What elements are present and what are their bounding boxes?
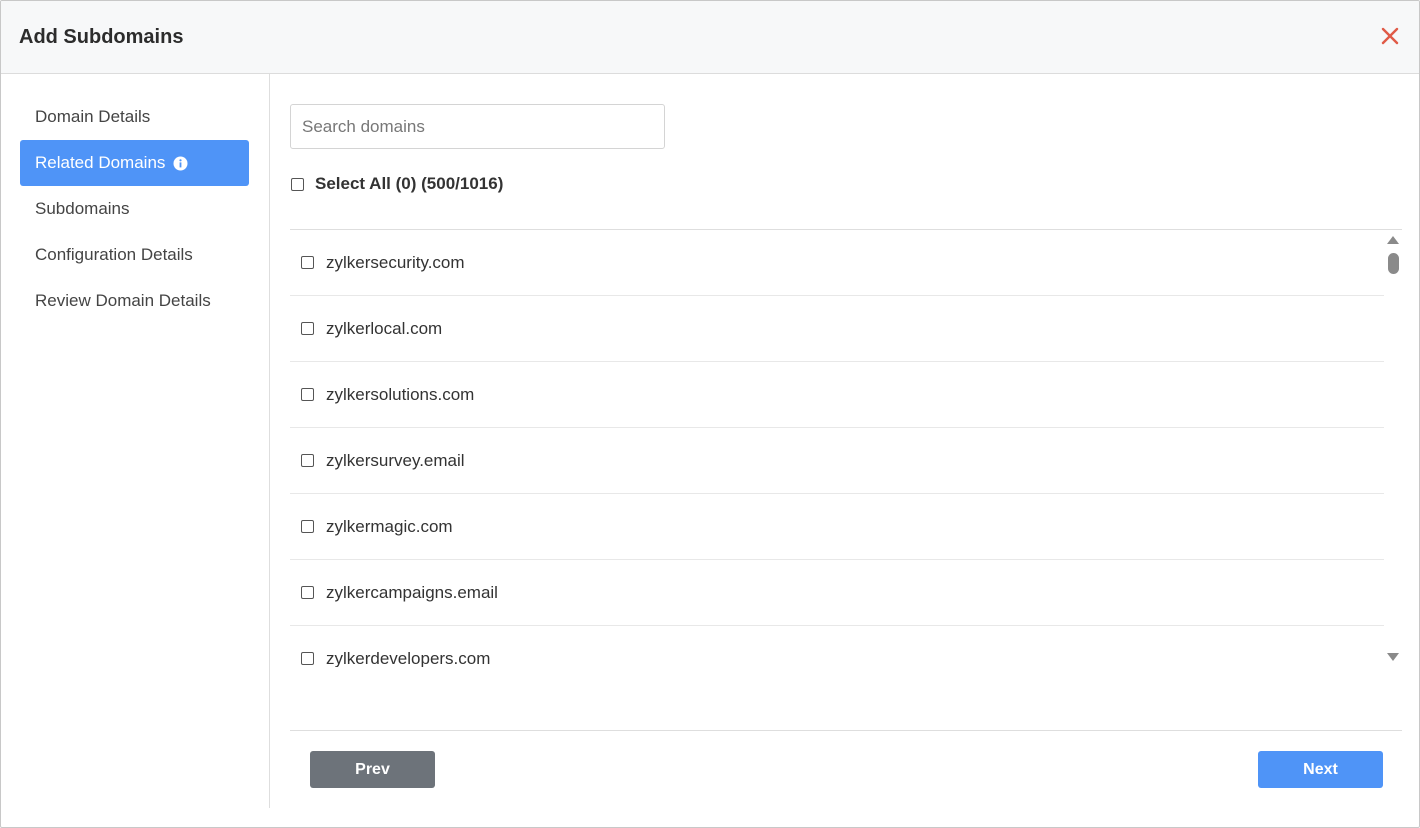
info-icon[interactable]: [173, 156, 188, 171]
step-related-domains[interactable]: Related Domains: [20, 140, 249, 186]
scroll-down-arrow-icon[interactable]: [1387, 653, 1399, 661]
close-button[interactable]: [1379, 25, 1401, 47]
dialog-header: Add Subdomains: [1, 1, 1419, 74]
domain-name: zylkercampaigns.email: [326, 582, 498, 602]
scroll-up-arrow-icon[interactable]: [1387, 236, 1399, 244]
step-label: Related Domains: [35, 153, 166, 172]
step-subdomains[interactable]: Subdomains: [20, 186, 249, 232]
select-all-checkbox[interactable]: [291, 177, 304, 191]
domain-list-item[interactable]: zylkerdevelopers.com: [290, 626, 1384, 667]
domain-checkbox[interactable]: [301, 388, 314, 401]
step-label: Configuration Details: [35, 245, 193, 264]
scroll-thumb[interactable]: [1388, 253, 1399, 274]
domain-checkbox[interactable]: [301, 256, 314, 269]
select-all-label: Select All (0) (500/1016): [315, 174, 504, 193]
wizard-steps-sidebar: Domain Details Related Domains Subdomain…: [1, 74, 270, 808]
step-label: Subdomains: [35, 199, 130, 218]
domain-checkbox[interactable]: [301, 454, 314, 467]
step-domain-details[interactable]: Domain Details: [20, 94, 249, 140]
step-review-domain-details[interactable]: Review Domain Details: [20, 278, 249, 324]
domain-name: zylkerlocal.com: [326, 318, 443, 338]
domain-checkbox[interactable]: [301, 520, 314, 533]
domain-name: zylkersolutions.com: [326, 384, 475, 404]
select-all-row: Select All (0) (500/1016): [291, 173, 503, 195]
close-icon: [1381, 27, 1399, 45]
list-scrollbar[interactable]: [1384, 230, 1402, 667]
prev-button[interactable]: Prev: [310, 751, 435, 788]
add-subdomains-dialog: Add Subdomains Domain Details Related Do…: [0, 0, 1420, 828]
domain-list-item[interactable]: zylkersolutions.com: [290, 362, 1384, 428]
next-button[interactable]: Next: [1258, 751, 1383, 788]
domain-name: zylkermagic.com: [326, 516, 453, 536]
domain-list-item[interactable]: zylkermagic.com: [290, 494, 1384, 560]
domain-list-item[interactable]: zylkersecurity.com: [290, 230, 1384, 296]
domain-list-item[interactable]: zylkercampaigns.email: [290, 560, 1384, 626]
step-configuration-details[interactable]: Configuration Details: [20, 232, 249, 278]
footer-divider: [290, 730, 1402, 731]
domain-list[interactable]: zylkersecurity.com zylkerlocal.com zylke…: [290, 229, 1402, 667]
domain-checkbox[interactable]: [301, 322, 314, 335]
main-panel: Select All (0) (500/1016) zylkersecurity…: [290, 74, 1402, 808]
domain-name: zylkersurvey.email: [326, 450, 465, 470]
step-label: Review Domain Details: [35, 291, 211, 310]
dialog-title: Add Subdomains: [19, 26, 184, 48]
domain-list-item[interactable]: zylkersurvey.email: [290, 428, 1384, 494]
domain-checkbox[interactable]: [301, 586, 314, 599]
domain-name: zylkerdevelopers.com: [326, 648, 491, 668]
step-label: Domain Details: [35, 107, 151, 126]
search-domains-input[interactable]: [290, 104, 665, 149]
domain-name: zylkersecurity.com: [326, 252, 465, 272]
domain-checkbox[interactable]: [301, 652, 314, 665]
domain-list-item[interactable]: zylkerlocal.com: [290, 296, 1384, 362]
